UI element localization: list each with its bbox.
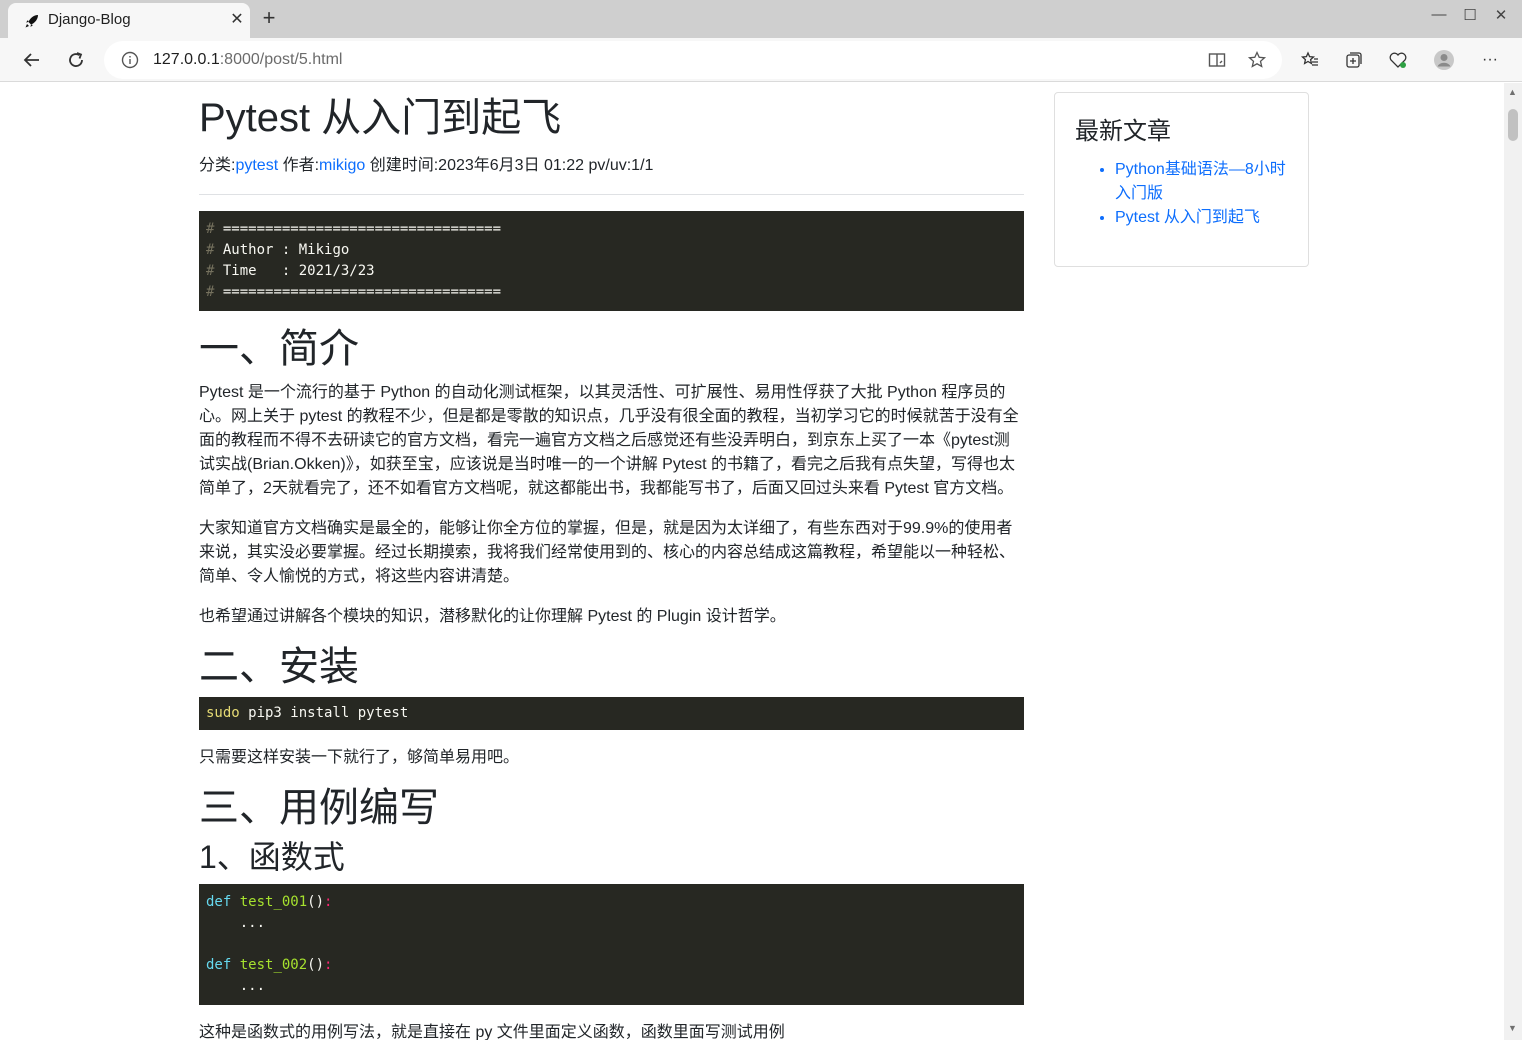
post-title: Pytest 从入门到起飞 — [199, 96, 562, 140]
scroll-thumb[interactable] — [1508, 109, 1518, 141]
info-icon[interactable] — [120, 50, 140, 70]
divider — [199, 194, 1024, 195]
code-block-function: def test_001(): ... def test_002(): ... — [199, 884, 1024, 1006]
post-meta: 分类:pytest 作者:mikigo 创建时间:2023年6月3日 01:22… — [199, 151, 1024, 175]
post-article: Pytest 从入门到起飞 分类:pytest 作者:mikigo 创建时间:2… — [199, 83, 1024, 1040]
section-heading-cases: 三、用例编写 — [199, 786, 439, 830]
intro-paragraph-1: Pytest 是一个流行的基于 Python 的自动化测试框架，以其灵活性、可扩… — [199, 384, 1019, 497]
intro-paragraph-3: 也希望通过讲解各个模块的知识，潜移默化的让你理解 Pytest 的 Plugin… — [199, 608, 786, 625]
created-time: 创建时间:2023年6月3日 01:22 pv/uv:1/1 — [365, 157, 654, 174]
browser-tab[interactable]: Django-Blog ✕ — [8, 3, 250, 38]
tab-title: Django-Blog — [48, 11, 131, 28]
latest-post-link[interactable]: Pytest 从入门到起飞 — [1115, 209, 1260, 226]
section-heading-intro: 一、简介 — [199, 327, 359, 371]
address-bar[interactable]: 127.0.0.1:8000/post/5.html — [104, 41, 1282, 79]
function-paragraph: 这种是函数式的用例写法，就是直接在 py 文件里面定义函数，函数里面写测试用例 — [199, 1024, 785, 1040]
url-path: :8000/post/5.html — [219, 51, 343, 68]
tab-strip: Django-Blog ✕ + — ☐ ✕ — [0, 0, 1522, 38]
list-item: Python基础语法—8小时入门版 — [1115, 158, 1295, 206]
sidebar-title: 最新文章 — [1075, 118, 1171, 145]
list-item: Pytest 从入门到起飞 — [1115, 206, 1295, 230]
window-close-icon[interactable]: ✕ — [1490, 6, 1512, 24]
favorite-star-icon[interactable] — [1243, 46, 1271, 74]
favorites-icon[interactable] — [1296, 46, 1324, 74]
back-icon[interactable] — [18, 46, 46, 74]
immersive-reader-icon[interactable] — [1203, 46, 1231, 74]
code-block-install: sudo pip3 install pytest — [199, 697, 1024, 730]
code-block-header: # ================================= # Au… — [199, 211, 1024, 311]
browser-toolbar: 127.0.0.1:8000/post/5.html ··· — [0, 38, 1522, 82]
reload-icon[interactable] — [62, 46, 90, 74]
author-label: 作者: — [278, 157, 320, 174]
author-link[interactable]: mikigo — [319, 157, 365, 174]
page-viewport: Pytest 从入门到起飞 分类:pytest 作者:mikigo 创建时间:2… — [0, 83, 1504, 1040]
browser-essentials-icon[interactable] — [1384, 46, 1412, 74]
intro-paragraph-2: 大家知道官方文档确实是最全的，能够让你全方位的掌握，但是，就是因为太详细了，有些… — [199, 520, 1016, 585]
maximize-icon[interactable]: ☐ — [1459, 6, 1481, 24]
subsection-heading-function: 1、函数式 — [199, 839, 345, 875]
minimize-icon[interactable]: — — [1428, 6, 1450, 23]
rocket-icon — [25, 15, 38, 28]
more-menu-icon[interactable]: ··· — [1476, 46, 1504, 74]
profile-avatar-icon[interactable] — [1430, 46, 1458, 74]
category-link[interactable]: pytest — [235, 157, 278, 174]
latest-posts-card: 最新文章 Python基础语法—8小时入门版 Pytest 从入门到起飞 — [1054, 92, 1309, 267]
latest-posts-list: Python基础语法—8小时入门版 Pytest 从入门到起飞 — [1095, 158, 1295, 230]
close-tab-icon[interactable]: ✕ — [228, 9, 246, 29]
scroll-up-arrow-icon[interactable]: ▲ — [1508, 87, 1517, 97]
new-tab-icon[interactable]: + — [258, 6, 280, 32]
category-label: 分类: — [199, 157, 236, 174]
url-text[interactable]: 127.0.0.1:8000/post/5.html — [153, 51, 342, 69]
section-heading-install: 二、安装 — [199, 645, 359, 689]
latest-post-link[interactable]: Python基础语法—8小时入门版 — [1115, 161, 1286, 202]
collections-icon[interactable] — [1340, 46, 1368, 74]
scroll-down-arrow-icon[interactable]: ▼ — [1508, 1023, 1517, 1033]
vertical-scrollbar[interactable]: ▲ ▼ — [1504, 83, 1522, 1040]
install-paragraph: 只需要这样安装一下就行了，够简单易用吧。 — [199, 749, 520, 766]
url-host: 127.0.0.1 — [153, 51, 220, 68]
